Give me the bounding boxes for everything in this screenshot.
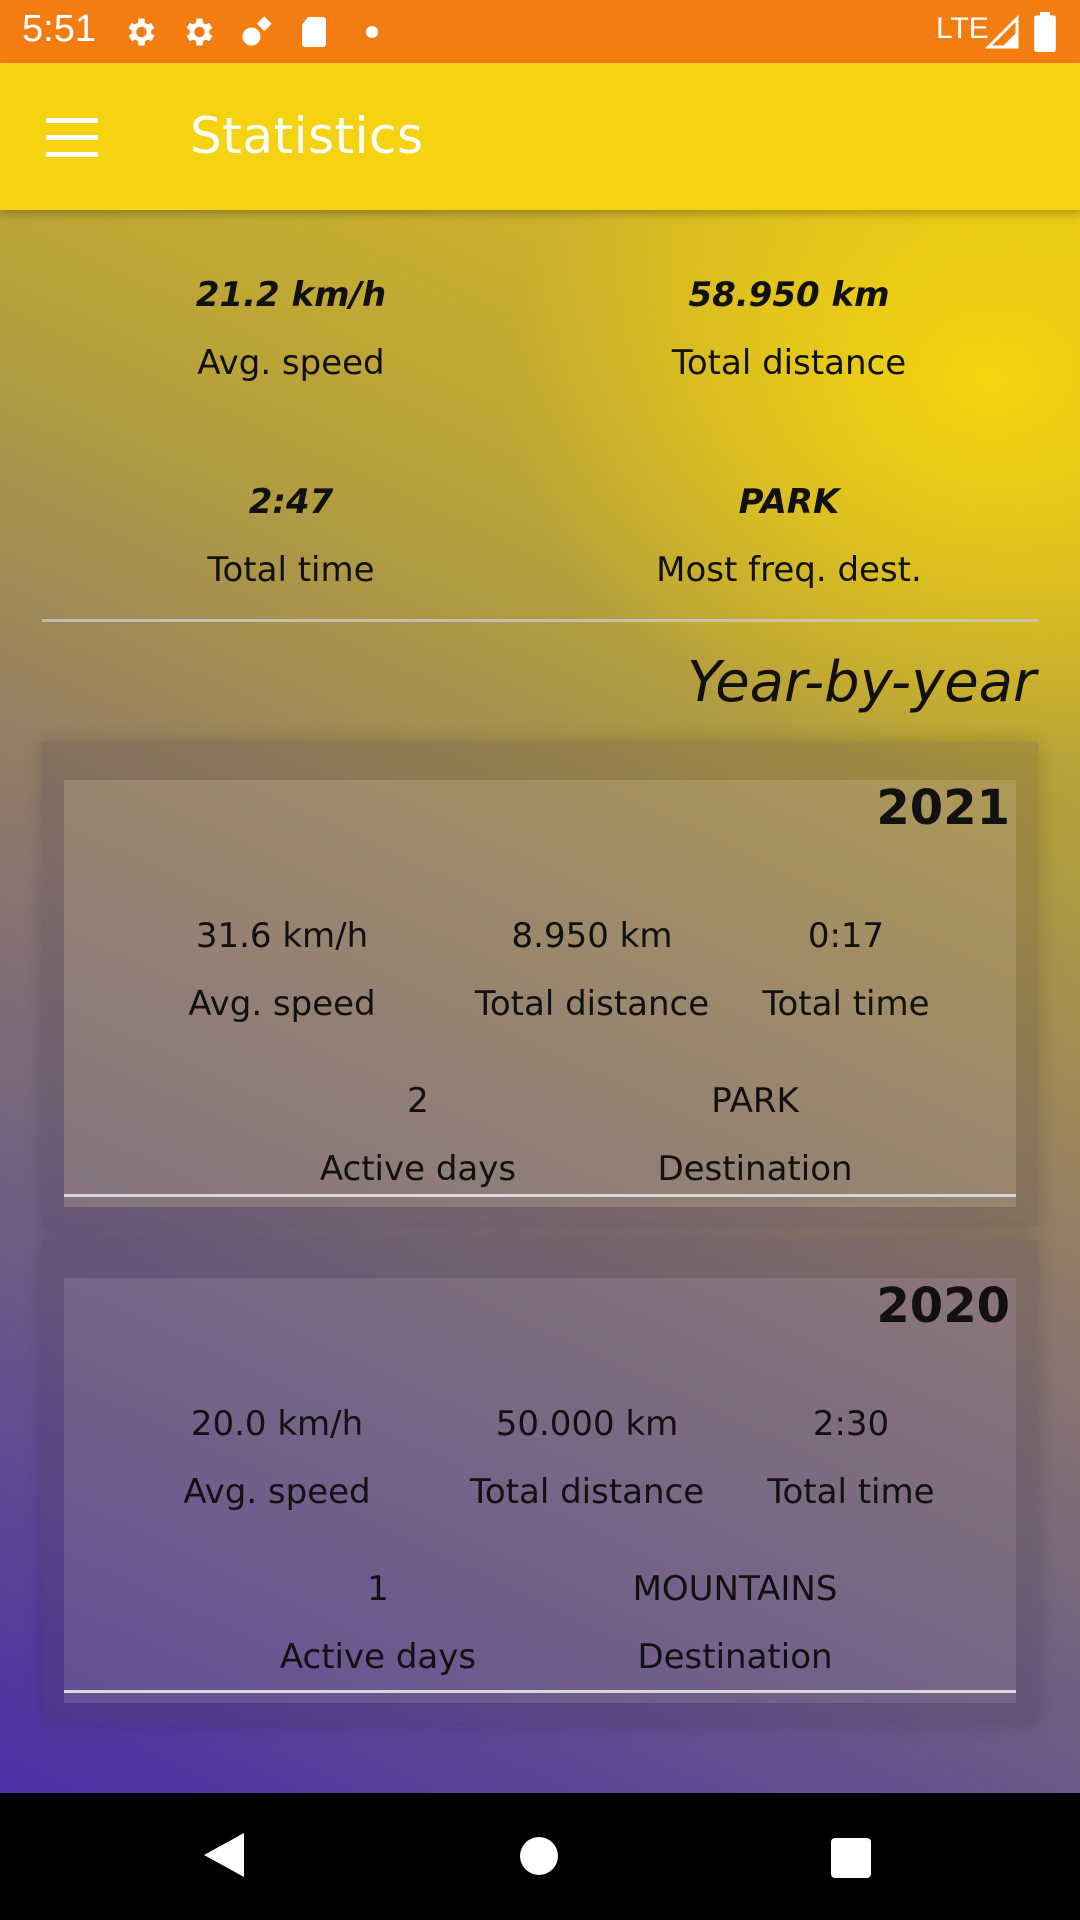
year-total-time-value: 0:17 bbox=[807, 916, 885, 956]
app-bar: Statistics bbox=[0, 63, 1080, 210]
year-total-distance-value: 50.000 km bbox=[495, 1404, 679, 1444]
hamburger-menu-icon[interactable] bbox=[46, 118, 98, 158]
summary-avg-speed: 21.2 km/h Avg. speed bbox=[81, 275, 501, 383]
status-time: 5:51 bbox=[22, 8, 96, 50]
navigation-bar bbox=[0, 1793, 1080, 1920]
signal-icon bbox=[984, 14, 1019, 49]
year-total-time-value: 2:30 bbox=[812, 1404, 890, 1444]
year-avg-speed: 31.6 km/h Avg. speed bbox=[152, 916, 412, 1024]
statistics-content[interactable]: 21.2 km/h Avg. speed 58.950 km Total dis… bbox=[0, 210, 1080, 1793]
card-divider bbox=[64, 1194, 1016, 1197]
dot-icon bbox=[366, 26, 378, 38]
page-title: Statistics bbox=[190, 107, 424, 165]
year-total-distance-label: Total distance bbox=[474, 984, 710, 1024]
year-destination-label: Destination bbox=[637, 1637, 833, 1677]
sd-card-icon bbox=[302, 17, 326, 47]
summary-total-distance-value: 58.950 km bbox=[688, 275, 890, 315]
year-avg-speed-label: Avg. speed bbox=[183, 1472, 371, 1512]
year-active-days-label: Active days bbox=[319, 1149, 517, 1189]
year-destination-value: PARK bbox=[711, 1081, 799, 1121]
year-by-year-heading: Year-by-year bbox=[687, 650, 1036, 715]
year-total-distance-value: 8.950 km bbox=[511, 916, 673, 956]
section-divider bbox=[42, 619, 1038, 622]
year-total-distance-label: Total distance bbox=[469, 1472, 705, 1512]
card-divider bbox=[64, 1690, 1016, 1693]
year-total-time-label: Total time bbox=[767, 1472, 935, 1512]
year-total-distance: 50.000 km Total distance bbox=[457, 1404, 717, 1512]
year-avg-speed-value: 31.6 km/h bbox=[195, 916, 369, 956]
gear-icon bbox=[128, 18, 155, 46]
year-destination: MOUNTAINS Destination bbox=[605, 1569, 865, 1677]
year-total-time-label: Total time bbox=[762, 984, 930, 1024]
year-destination-label: Destination bbox=[657, 1149, 853, 1189]
year-title: 2020 bbox=[876, 1278, 1010, 1334]
summary-total-time-label: Total time bbox=[207, 550, 375, 590]
year-avg-speed-value: 20.0 km/h bbox=[190, 1404, 364, 1444]
back-icon[interactable] bbox=[204, 1833, 244, 1877]
year-active-days: 1 Active days bbox=[248, 1569, 508, 1677]
summary-total-distance: 58.950 km Total distance bbox=[579, 275, 999, 383]
year-title: 2021 bbox=[876, 780, 1010, 836]
year-destination-value: MOUNTAINS bbox=[632, 1569, 838, 1609]
year-total-time: 0:17 Total time bbox=[716, 916, 976, 1024]
summary-most-freq-dest-value: PARK bbox=[738, 482, 840, 522]
year-avg-speed: 20.0 km/h Avg. speed bbox=[147, 1404, 407, 1512]
summary-most-freq-dest: PARK Most freq. dest. bbox=[579, 482, 999, 590]
summary-avg-speed-label: Avg. speed bbox=[197, 343, 385, 383]
year-total-time: 2:30 Total time bbox=[721, 1404, 981, 1512]
summary-avg-speed-value: 21.2 km/h bbox=[195, 275, 387, 315]
status-bar: 5:51 LTE bbox=[0, 0, 1080, 63]
year-total-distance: 8.950 km Total distance bbox=[462, 916, 722, 1024]
summary-total-distance-label: Total distance bbox=[671, 343, 907, 383]
home-icon[interactable] bbox=[520, 1837, 558, 1875]
year-active-days-value: 2 bbox=[407, 1081, 429, 1121]
network-type: LTE bbox=[936, 12, 989, 45]
summary-total-time-value: 2:47 bbox=[248, 482, 334, 522]
summary-most-freq-dest-label: Most freq. dest. bbox=[656, 550, 922, 590]
battery-icon bbox=[1034, 12, 1056, 52]
year-destination: PARK Destination bbox=[625, 1081, 885, 1189]
year-avg-speed-label: Avg. speed bbox=[188, 984, 376, 1024]
year-card-2021: 2021 31.6 km/h Avg. speed 8.950 km Total… bbox=[64, 780, 1016, 1207]
summary-total-time: 2:47 Total time bbox=[81, 482, 501, 590]
year-card-2020: 2020 20.0 km/h Avg. speed 50.000 km Tota… bbox=[64, 1278, 1016, 1703]
year-active-days-label: Active days bbox=[279, 1637, 477, 1677]
satellite-icon bbox=[242, 16, 272, 46]
year-active-days-value: 1 bbox=[367, 1569, 389, 1609]
gear-icon bbox=[186, 18, 213, 46]
year-active-days: 2 Active days bbox=[288, 1081, 548, 1189]
recents-icon[interactable] bbox=[831, 1838, 871, 1878]
